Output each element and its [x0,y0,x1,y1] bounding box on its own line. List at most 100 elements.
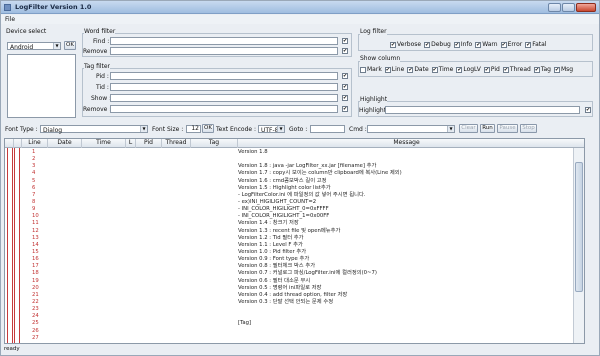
tag-remove-input[interactable] [110,105,338,113]
highlight-checkbox[interactable]: ✔ [585,107,591,113]
highlight-input[interactable] [385,106,580,114]
goto-input[interactable] [310,125,345,133]
header-mark-2[interactable] [14,139,22,148]
column-toggle-time[interactable]: ✔ Time [431,66,453,73]
table-row[interactable]: 11 Version 1.4 : 창크기 저장 [22,220,572,227]
row-message: [Tag] [238,320,252,327]
table-row[interactable]: 7 - LogFilterColor.ini 에 파일정의 값 넣어 주시면 됩… [22,192,572,199]
table-row[interactable]: 12 Version 1.3 : recent file 및 open메뉴추가 [22,228,572,235]
table-row[interactable]: 13 Version 1.2 : Tid 필터 추가 [22,235,572,242]
font-size-ok-button[interactable]: OK [202,124,214,133]
log-table[interactable]: Line Date Time L Pid Thread Tag Message … [4,138,585,344]
row-line-number: 11 [32,220,39,227]
bookmark-column-1[interactable] [7,148,13,343]
row-line-number: 19 [32,277,39,284]
row-line-number: 18 [32,270,39,277]
bookmark-column-2[interactable] [14,148,20,343]
pause-button[interactable]: Pause [497,124,518,133]
header-date[interactable]: Date [48,139,82,148]
column-toggle-line[interactable]: ✔ Line [384,66,404,73]
maximize-button[interactable] [562,3,575,12]
row-line-number: 20 [32,284,39,291]
column-toggle-date[interactable]: ✔ Date [407,66,429,73]
table-row[interactable]: 23 [22,306,572,313]
text-encode-dropdown[interactable]: UTF-8 ▼ [258,125,285,134]
header-line[interactable]: Line [22,139,48,148]
table-row[interactable]: 26 [22,328,572,335]
table-row[interactable]: 25 [Tag] [22,320,572,327]
device-dropdown[interactable]: Android ▼ [7,42,61,51]
column-toggle-msg[interactable]: ✔ Msg [553,66,573,73]
stop-button[interactable]: Stop [520,124,537,133]
window-title: LogFilter Version 1.0 [15,3,92,11]
header-thread[interactable]: Thread [162,139,191,148]
word-remove-checkbox[interactable]: ✔ [342,48,348,54]
checkbox-checked-icon: ✔ [533,66,540,73]
show-checkbox[interactable]: ✔ [342,95,348,101]
cmd-dropdown[interactable]: ▼ [367,125,455,133]
table-row[interactable]: 1 Version 1.8 [22,149,572,156]
log-level-fatal[interactable]: ✔ Fatal [525,41,546,48]
header-mark-1[interactable] [5,139,14,148]
table-row[interactable]: 21 Version 0.4 : add thread option, filte… [22,292,572,299]
show-input[interactable] [110,94,338,102]
pid-checkbox[interactable]: ✔ [342,73,348,79]
row-line-number: 1 [32,149,36,155]
table-row[interactable]: 5 Version 1.6 : cmd콤보박스 길이 고정 [22,178,572,185]
vertical-scrollbar[interactable] [573,148,584,343]
device-list[interactable] [7,54,76,118]
log-level-warn[interactable]: ✔ Warn [475,41,498,48]
font-type-dropdown[interactable]: Dialog ▼ [40,125,148,134]
text-encode-label: Text Encode : [216,126,257,133]
close-button[interactable] [576,3,596,12]
checkbox-checked-icon: ✔ [384,66,391,73]
header-time[interactable]: Time [82,139,126,148]
device-ok-button[interactable]: OK [64,41,76,50]
pid-input[interactable] [110,72,338,80]
menu-file[interactable]: File [5,16,15,23]
table-row[interactable]: 9 - INI_COLOR_HIGILIGHT_0=0xFFFF [22,206,572,213]
title-bar: LogFilter Version 1.0 [1,1,599,14]
column-toggle-thread[interactable]: ✔ Thread [502,66,531,73]
header-tag[interactable]: Tag [191,139,238,148]
table-row[interactable]: 24 [22,313,572,320]
table-row[interactable]: 27 [22,335,572,342]
column-toggle-mark[interactable]: Mark [360,66,382,73]
header-level[interactable]: L [126,139,136,148]
tid-checkbox[interactable]: ✔ [342,84,348,90]
word-remove-input[interactable] [110,47,338,55]
clear-button[interactable]: Clear [459,124,478,133]
app-icon [4,4,11,11]
find-checkbox[interactable]: ✔ [342,38,348,44]
log-level-verbose[interactable]: ✔ Verbose [390,41,421,48]
table-row[interactable]: 6 Version 1.5 : Highlight color list추가 [22,185,572,192]
log-level-error[interactable]: ✔ Error [500,41,522,48]
header-pid[interactable]: Pid [136,139,162,148]
tid-input[interactable] [110,83,338,91]
show-column-checkboxes: Mark ✔ Line ✔ Date ✔ Time ✔ LogLV ✔ Pid ✔ Thread ✔ Tag… [360,66,576,73]
table-row[interactable]: 14 Version 1.1 : Level F 추가 [22,242,572,249]
table-row[interactable]: 4 Version 1.7 : copy시 보이는 column만 clipboa… [22,170,572,177]
column-toggle-pid[interactable]: ✔ Pid [483,66,500,73]
row-line-number: 21 [32,291,39,298]
row-line-number: 4 [32,170,36,177]
row-line-number: 22 [32,298,39,305]
run-button[interactable]: Run [480,124,495,133]
table-row[interactable]: 18 Version 0.7 : 커널로그 파싱/LogFilter.ini에 컬… [22,270,572,277]
scrollbar-thumb[interactable] [575,162,583,292]
column-toggle-loglv[interactable]: ✔ LogLV [456,66,481,73]
chevron-down-icon: ▼ [277,126,284,132]
minimize-button[interactable] [548,3,561,12]
tag-remove-checkbox[interactable]: ✔ [342,106,348,112]
device-select-title: Device select [6,28,47,35]
table-row[interactable]: 8 - ex)INI_HIGILIGHT_COUNT=2 [22,199,572,206]
header-message[interactable]: Message [238,139,575,148]
log-level-info[interactable]: ✔ Info [453,41,472,48]
log-level-debug[interactable]: ✔ Debug [424,41,451,48]
table-row[interactable]: 19 Version 0.6 : 필터 대소문 무시 [22,278,572,285]
column-toggle-tag[interactable]: ✔ Tag [533,66,551,73]
table-row[interactable]: 20 Version 0.5 : 명령어 ini파일로 저장 [22,285,572,292]
table-row[interactable]: 22 Version 0.3 : 단말 선택 안되는 문제 수정 [22,299,572,306]
font-size-input[interactable]: 12 [186,125,201,133]
find-input[interactable] [110,37,338,45]
